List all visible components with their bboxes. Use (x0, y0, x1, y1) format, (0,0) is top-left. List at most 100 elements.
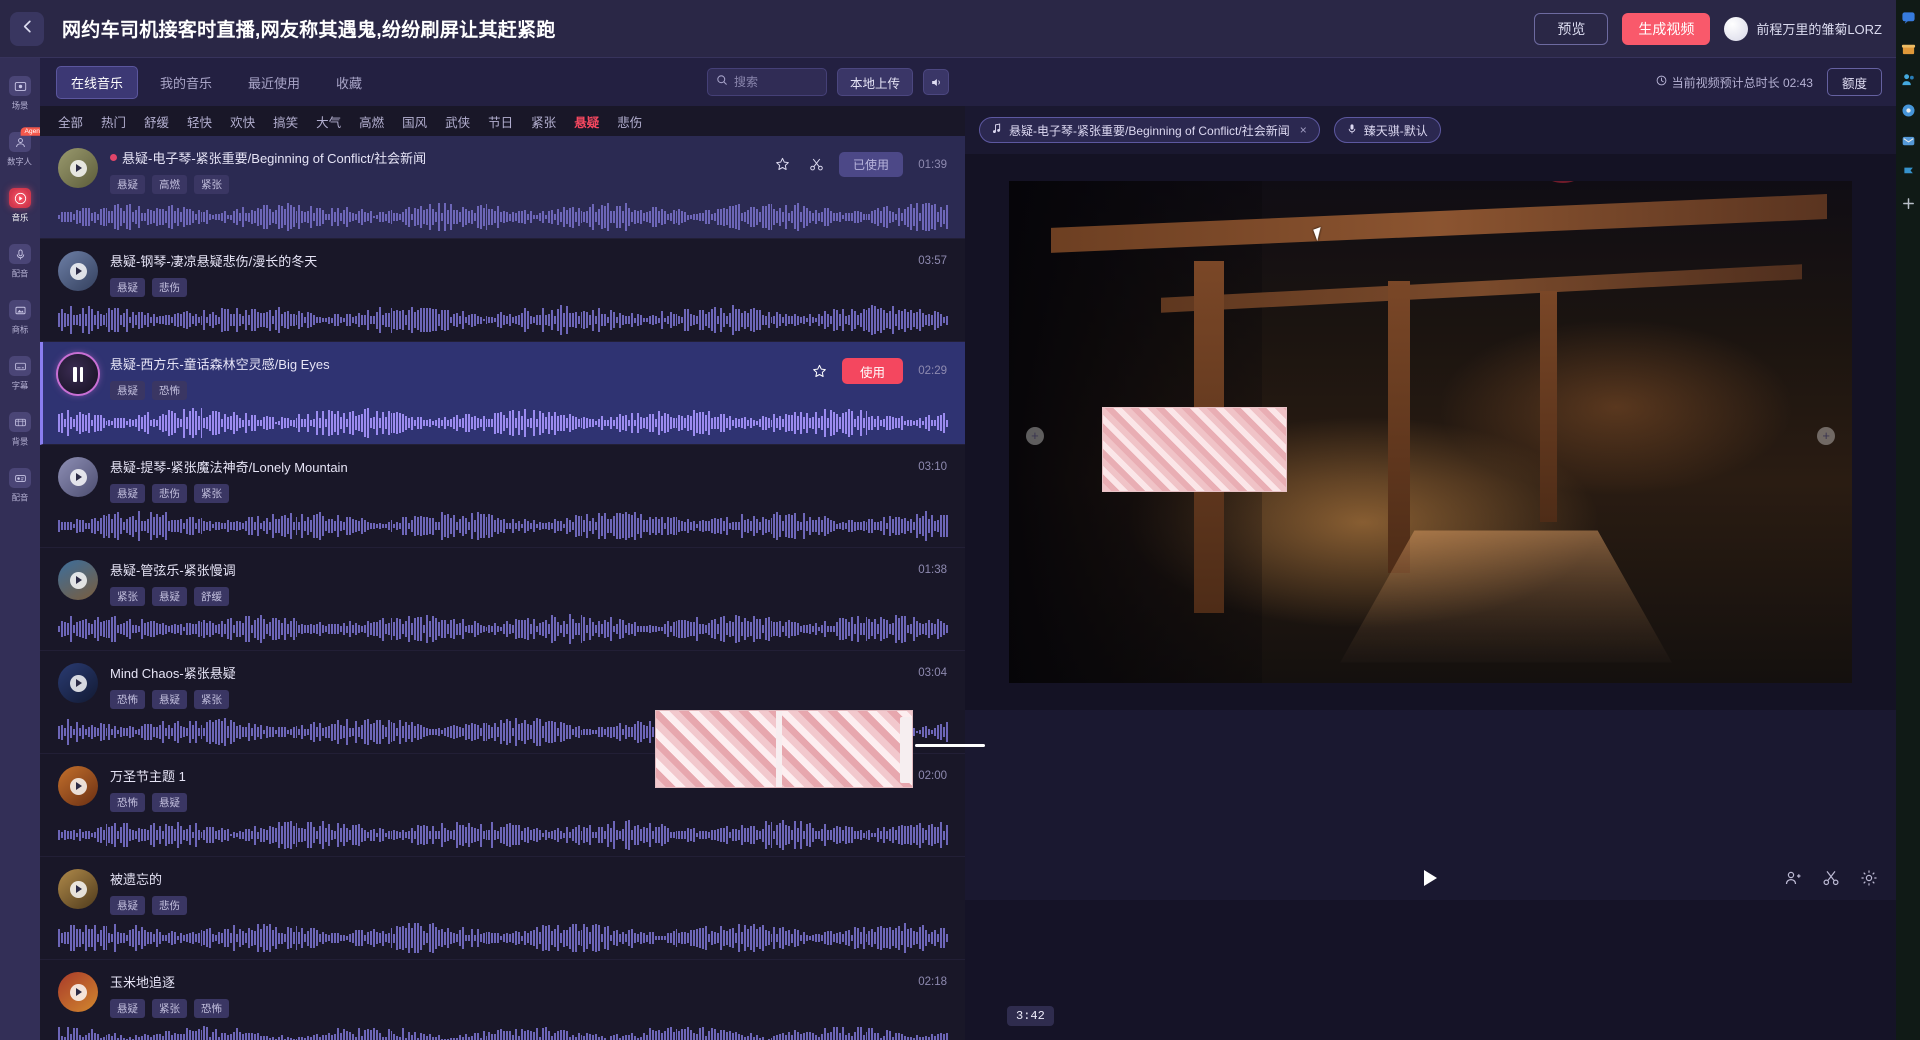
track-row[interactable]: 悬疑-提琴-紧张魔法神奇/Lonely Mountain 悬疑 悲伤 紧张 03… (40, 445, 965, 548)
tab-favorites[interactable]: 收藏 (322, 67, 376, 98)
pause-icon[interactable] (73, 366, 83, 382)
scissors-icon[interactable] (1822, 869, 1840, 887)
play-icon[interactable] (69, 262, 87, 280)
category-chip[interactable]: 悲伤 (617, 112, 642, 131)
timeline[interactable]: 3:42 (965, 900, 1896, 1040)
flag-icon[interactable] (1901, 165, 1916, 180)
user-menu[interactable]: 前程万里的雏菊LORZ (1724, 16, 1882, 41)
play-icon[interactable] (69, 880, 87, 898)
play-icon[interactable] (69, 983, 87, 1001)
record-icon[interactable] (1901, 103, 1916, 118)
chevron-left-icon (20, 19, 35, 39)
people-icon[interactable] (1901, 72, 1916, 87)
track-row[interactable]: 被遗忘的 悬疑 悲伤 (40, 857, 965, 960)
sidebar-item-logo[interactable]: 商标 (0, 300, 40, 336)
play-icon[interactable] (69, 159, 87, 177)
voice-chip[interactable]: 臻天骐-默认 (1333, 117, 1441, 143)
play-icon[interactable] (69, 777, 87, 795)
category-chip-active[interactable]: 悬疑 (574, 112, 599, 131)
sidebar-item-background[interactable]: 背景 (0, 412, 40, 448)
music-panel-header: 在线音乐 我的音乐 最近使用 收藏 本地上传 (40, 58, 965, 106)
waveform[interactable] (58, 509, 948, 543)
local-upload-button[interactable]: 本地上传 (836, 68, 913, 96)
category-chip[interactable]: 国风 (402, 112, 427, 131)
generate-video-button[interactable]: 生成视频 (1622, 12, 1711, 45)
track-tags: 悬疑 悲伤 (110, 896, 947, 915)
track-cover[interactable] (58, 869, 98, 909)
play-icon[interactable] (69, 468, 87, 486)
track-row[interactable]: 悬疑-电子琴-紧张重要/Beginning of Conflict/社会新闻 悬… (40, 136, 965, 239)
time-badge: 3:42 (1007, 1006, 1054, 1026)
waveform[interactable] (58, 921, 948, 955)
track-row-selected[interactable]: 悬疑-西方乐-童话森林空灵感/Big Eyes 悬疑 恐怖 使用 02:29 (40, 342, 965, 445)
tab-recent[interactable]: 最近使用 (234, 67, 314, 98)
track-cover[interactable] (58, 560, 98, 600)
chat-icon[interactable] (1901, 10, 1916, 25)
add-left-icon[interactable]: + (1025, 426, 1044, 445)
clip-trim-handle[interactable] (900, 717, 912, 783)
favorite-star-icon[interactable] (771, 153, 795, 177)
category-chip[interactable]: 紧张 (531, 112, 556, 131)
category-chip[interactable]: 节日 (488, 112, 513, 131)
sidebar-item-dubbing[interactable]: 配音 (0, 244, 40, 280)
track-cover[interactable] (58, 457, 98, 497)
track-title: 悬疑-管弦乐-紧张慢调 (110, 563, 236, 578)
quota-button[interactable]: 额度 (1826, 68, 1882, 96)
waveform[interactable] (58, 200, 948, 234)
play-icon[interactable] (69, 674, 87, 692)
category-chip[interactable]: 轻快 (187, 112, 212, 131)
track-cover[interactable] (58, 354, 98, 394)
category-chip[interactable]: 高燃 (359, 112, 384, 131)
waveform[interactable] (58, 406, 948, 440)
message-icon[interactable] (1901, 134, 1916, 149)
video-canvas[interactable]: + + (1009, 181, 1852, 683)
play-button[interactable] (1419, 866, 1443, 890)
track-cover[interactable] (58, 663, 98, 703)
use-button[interactable]: 使用 (841, 358, 903, 384)
track-cover[interactable] (58, 972, 98, 1012)
category-chip[interactable]: 热门 (101, 112, 126, 131)
scissors-icon[interactable] (805, 153, 829, 177)
tab-my-music[interactable]: 我的音乐 (146, 67, 226, 98)
plus-icon[interactable] (1901, 196, 1916, 211)
category-chip[interactable]: 搞笑 (273, 112, 298, 131)
track-cover[interactable] (58, 251, 98, 291)
speaker-icon[interactable] (923, 69, 949, 95)
sidebar-item-subtitle[interactable]: 字幕 (0, 356, 40, 392)
track-row[interactable]: 玉米地追逐 悬疑 紧张 恐怖 02:18 (40, 960, 965, 1040)
tab-online-music[interactable]: 在线音乐 (56, 65, 139, 99)
track-cover[interactable] (58, 766, 98, 806)
play-icon[interactable] (69, 571, 87, 589)
preview-button[interactable]: 预览 (1534, 12, 1609, 45)
track-row[interactable]: 悬疑-管弦乐-紧张慢调 紧张 悬疑 舒缓 01:38 (40, 548, 965, 651)
track-actions: 已使用 01:39 (771, 152, 947, 177)
dragged-clip[interactable] (655, 710, 913, 788)
category-chip[interactable]: 武侠 (445, 112, 470, 131)
category-chip[interactable]: 舒缓 (144, 112, 169, 131)
person-icon[interactable] (1784, 869, 1802, 887)
waveform[interactable] (58, 1024, 948, 1040)
category-chip[interactable]: 全部 (58, 112, 83, 131)
add-right-icon[interactable]: + (1817, 426, 1836, 445)
search-input[interactable] (733, 75, 818, 89)
music-chip[interactable]: 悬疑-电子琴-紧张重要/Beginning of Conflict/社会新闻 × (979, 117, 1320, 143)
gift-icon[interactable] (1901, 41, 1916, 56)
search-box[interactable] (706, 68, 827, 96)
track-cover[interactable] (58, 148, 98, 188)
waveform[interactable] (58, 818, 948, 852)
track-row[interactable]: 悬疑-钢琴-凄凉悬疑悲伤/漫长的冬天 悬疑 悲伤 03:57 (40, 239, 965, 342)
sidebar-item-dub2[interactable]: 配音 (0, 468, 40, 504)
track-title-wrap: 玉米地追逐 (110, 972, 947, 991)
waveform[interactable] (58, 612, 948, 646)
track-list[interactable]: 悬疑-电子琴-紧张重要/Beginning of Conflict/社会新闻 悬… (40, 136, 965, 1040)
sidebar-item-scene[interactable]: 场景 (0, 76, 40, 112)
category-chip[interactable]: 大气 (316, 112, 341, 131)
waveform[interactable] (58, 303, 948, 337)
category-chip[interactable]: 欢快 (230, 112, 255, 131)
back-button[interactable] (10, 11, 44, 46)
settings-icon[interactable] (1860, 869, 1878, 887)
sidebar-item-music[interactable]: 音乐 (0, 188, 40, 224)
favorite-star-icon[interactable] (808, 359, 832, 383)
close-icon[interactable]: × (1300, 123, 1307, 137)
sidebar-item-digital-human[interactable]: Agent 数字人 (0, 127, 46, 168)
